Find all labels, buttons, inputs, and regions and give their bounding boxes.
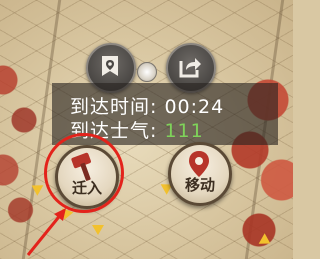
share-arrow-icon: [179, 58, 201, 78]
arrival-time-value: 00:24: [164, 96, 225, 118]
move-label: 移动: [184, 176, 215, 194]
arrival-time-label: 到达时间:: [70, 96, 158, 118]
banner-flag-icon: [102, 56, 118, 76]
map-center-marker: [137, 62, 157, 82]
move-button[interactable]: 移动: [168, 142, 232, 206]
direction-marker-icon: [92, 225, 104, 235]
pointer-arrow-icon: [26, 208, 66, 256]
arrival-morale-value: 111: [164, 120, 204, 142]
highlight-circle: [44, 133, 124, 213]
arrival-time-row: 到达时间: 00:24: [70, 92, 224, 119]
